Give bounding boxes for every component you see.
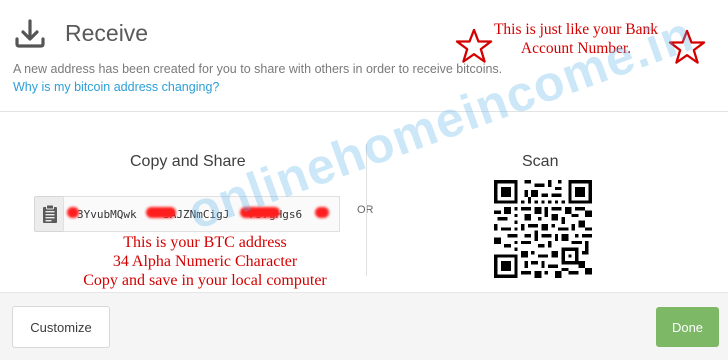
bank-annotation-line1: This is just like your Bank — [493, 21, 659, 38]
bank-account-annotation: This is just like your Bank Account Numb… — [476, 20, 676, 58]
clipboard-icon — [42, 204, 57, 223]
btc-address-annotation: This is your BTC address 34 Alpha Numeri… — [40, 233, 370, 290]
customize-button[interactable]: Customize — [12, 306, 110, 348]
redaction-mark — [67, 207, 79, 218]
redaction-mark — [146, 207, 176, 218]
btc-annotation-line3: Copy and save in your local computer — [83, 272, 327, 289]
header-description: A new address has been created for you t… — [13, 62, 503, 76]
redaction-mark — [240, 207, 280, 218]
redaction-mark — [315, 207, 329, 218]
bitcoin-address-field[interactable]: 3YvubMQwk 3AJZNmCigJ FJ7gHgs6 — [63, 196, 340, 232]
why-address-changing-link[interactable]: Why is my bitcoin address changing? — [13, 80, 219, 94]
bank-annotation-line2: Account Number. — [520, 40, 632, 57]
btc-annotation-line2: 34 Alpha Numeric Character — [112, 253, 298, 270]
copy-share-title: Copy and Share — [130, 153, 246, 170]
copy-address-button[interactable] — [34, 196, 64, 232]
star-icon — [455, 28, 493, 63]
qr-code — [494, 180, 592, 278]
download-icon — [15, 19, 45, 48]
done-button[interactable]: Done — [656, 307, 719, 347]
scan-title: Scan — [522, 153, 559, 170]
star-icon — [668, 29, 706, 64]
page-title: Receive — [65, 20, 149, 46]
btc-annotation-line1: This is your BTC address — [123, 234, 287, 251]
